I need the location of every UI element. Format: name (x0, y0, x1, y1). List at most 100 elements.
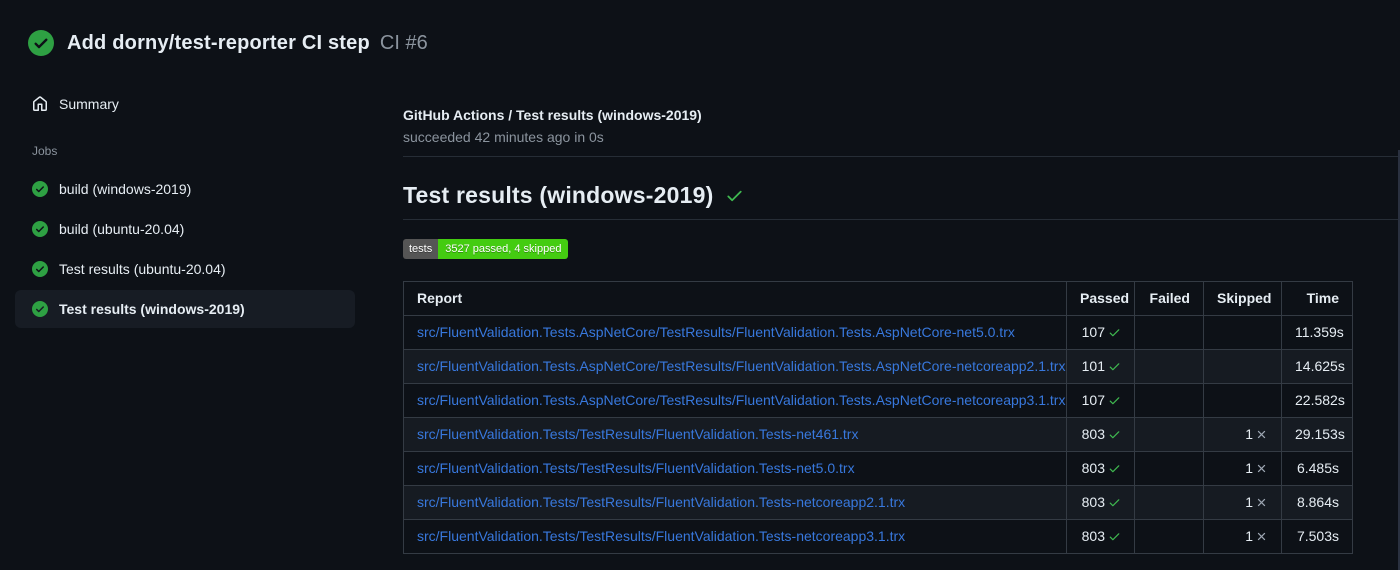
sidebar-job-item[interactable]: build (windows-2019) (15, 170, 355, 208)
failed-cell (1134, 383, 1204, 418)
table-row: src/FluentValidation.Tests.AspNetCore/Te… (403, 315, 1353, 350)
sidebar-job-item[interactable]: Test results (ubuntu-20.04) (15, 250, 355, 288)
x-icon (1257, 498, 1266, 507)
passed-cell: 101 (1066, 349, 1135, 384)
report-link[interactable]: src/FluentValidation.Tests/TestResults/F… (417, 426, 858, 442)
skipped-cell: 1 (1203, 451, 1282, 486)
column-header-skipped: Skipped (1203, 281, 1282, 316)
x-icon (1257, 464, 1266, 473)
failed-cell (1134, 451, 1204, 486)
column-header-time: Time (1281, 281, 1353, 316)
report-link[interactable]: src/FluentValidation.Tests/TestResults/F… (417, 460, 855, 476)
report-cell: src/FluentValidation.Tests.AspNetCore/Te… (403, 315, 1067, 350)
main-content: GitHub Actions / Test results (windows-2… (403, 106, 1400, 554)
report-cell: src/FluentValidation.Tests.AspNetCore/Te… (403, 383, 1067, 418)
table-header-row: Report Passed Failed Skipped Time (403, 281, 1353, 316)
workflow-run-page: Add dorny/test-reporter CI step CI #6 Su… (0, 0, 1400, 570)
skipped-cell: 1 (1203, 519, 1282, 554)
job-label: Test results (windows-2019) (59, 301, 245, 317)
column-header-report: Report (403, 281, 1067, 316)
table-row: src/FluentValidation.Tests/TestResults/F… (403, 417, 1353, 452)
report-cell: src/FluentValidation.Tests/TestResults/F… (403, 485, 1067, 520)
sidebar-item-summary[interactable]: Summary (15, 88, 355, 120)
report-cell: src/FluentValidation.Tests/TestResults/F… (403, 417, 1067, 452)
check-icon (1109, 363, 1120, 371)
check-circle-icon (28, 30, 54, 56)
failed-cell (1134, 417, 1204, 452)
column-header-passed: Passed (1066, 281, 1135, 316)
report-cell: src/FluentValidation.Tests/TestResults/F… (403, 519, 1067, 554)
failed-cell (1134, 315, 1204, 350)
check-circle-icon (32, 301, 48, 317)
check-run-title: GitHub Actions / Test results (windows-2… (403, 107, 702, 123)
time-cell: 6.485s (1281, 451, 1353, 486)
time-cell: 8.864s (1281, 485, 1353, 520)
failed-cell (1134, 349, 1204, 384)
table-row: src/FluentValidation.Tests/TestResults/F… (403, 519, 1353, 554)
divider (403, 156, 1400, 157)
passed-cell: 107 (1066, 315, 1135, 350)
report-heading: Test results (windows-2019) (403, 182, 1400, 220)
check-icon (1109, 329, 1120, 337)
job-label: build (ubuntu-20.04) (59, 221, 185, 237)
passed-cell: 803 (1066, 519, 1135, 554)
report-link[interactable]: src/FluentValidation.Tests.AspNetCore/Te… (417, 392, 1065, 408)
check-icon (727, 190, 743, 202)
passed-cell: 803 (1066, 417, 1135, 452)
jobs-list: build (windows-2019) build (ubuntu-20.04… (15, 170, 355, 328)
job-label: build (windows-2019) (59, 181, 192, 197)
table-row: src/FluentValidation.Tests/TestResults/F… (403, 451, 1353, 486)
check-run-status: succeeded 42 minutes ago in 0s (403, 129, 604, 145)
results-table: Report Passed Failed Skipped Time src/Fl… (403, 281, 1353, 554)
passed-cell: 107 (1066, 383, 1135, 418)
check-icon (1109, 499, 1120, 507)
report-link[interactable]: src/FluentValidation.Tests/TestResults/F… (417, 494, 905, 510)
tests-badge-value: 3527 passed, 4 skipped (438, 239, 569, 259)
table-row: src/FluentValidation.Tests.AspNetCore/Te… (403, 383, 1353, 418)
skipped-cell (1203, 349, 1282, 384)
check-icon (1109, 397, 1120, 405)
sidebar: Summary Jobs build (windows-2019) build … (15, 88, 355, 328)
check-icon (1109, 465, 1120, 473)
time-cell: 22.582s (1281, 383, 1353, 418)
run-header: Add dorny/test-reporter CI step CI #6 (28, 30, 428, 56)
summary-label: Summary (59, 96, 119, 112)
check-icon (1109, 431, 1120, 439)
check-circle-icon (32, 261, 48, 277)
table-row: src/FluentValidation.Tests/TestResults/F… (403, 485, 1353, 520)
report-heading-text: Test results (windows-2019) (403, 182, 714, 208)
run-title: Add dorny/test-reporter CI step (67, 31, 370, 54)
home-icon (33, 96, 47, 111)
run-number: CI #6 (379, 31, 428, 54)
x-icon (1257, 532, 1266, 541)
results-table-body: src/FluentValidation.Tests.AspNetCore/Te… (403, 315, 1353, 554)
sidebar-job-item[interactable]: build (ubuntu-20.04) (15, 210, 355, 248)
passed-cell: 803 (1066, 485, 1135, 520)
report-link[interactable]: src/FluentValidation.Tests.AspNetCore/Te… (417, 358, 1065, 374)
skipped-cell: 1 (1203, 485, 1282, 520)
check-circle-icon (32, 221, 48, 237)
time-cell: 11.359s (1281, 315, 1353, 350)
skipped-cell (1203, 315, 1282, 350)
sidebar-job-item[interactable]: Test results (windows-2019) (15, 290, 355, 328)
tests-badge-label: tests (403, 239, 439, 259)
x-icon (1257, 430, 1266, 439)
column-header-failed: Failed (1134, 281, 1204, 316)
skipped-cell: 1 (1203, 417, 1282, 452)
skipped-cell (1203, 383, 1282, 418)
job-label: Test results (ubuntu-20.04) (59, 261, 226, 277)
check-circle-icon (32, 181, 48, 197)
passed-cell: 803 (1066, 451, 1135, 486)
failed-cell (1134, 519, 1204, 554)
time-cell: 7.503s (1281, 519, 1353, 554)
tests-badge: tests 3527 passed, 4 skipped (403, 239, 569, 259)
report-cell: src/FluentValidation.Tests/TestResults/F… (403, 451, 1067, 486)
report-link[interactable]: src/FluentValidation.Tests.AspNetCore/Te… (417, 324, 1015, 340)
time-cell: 29.153s (1281, 417, 1353, 452)
table-row: src/FluentValidation.Tests.AspNetCore/Te… (403, 349, 1353, 384)
jobs-section-label: Jobs (32, 144, 58, 158)
check-icon (1109, 533, 1120, 541)
time-cell: 14.625s (1281, 349, 1353, 384)
report-cell: src/FluentValidation.Tests.AspNetCore/Te… (403, 349, 1067, 384)
report-link[interactable]: src/FluentValidation.Tests/TestResults/F… (417, 528, 905, 544)
